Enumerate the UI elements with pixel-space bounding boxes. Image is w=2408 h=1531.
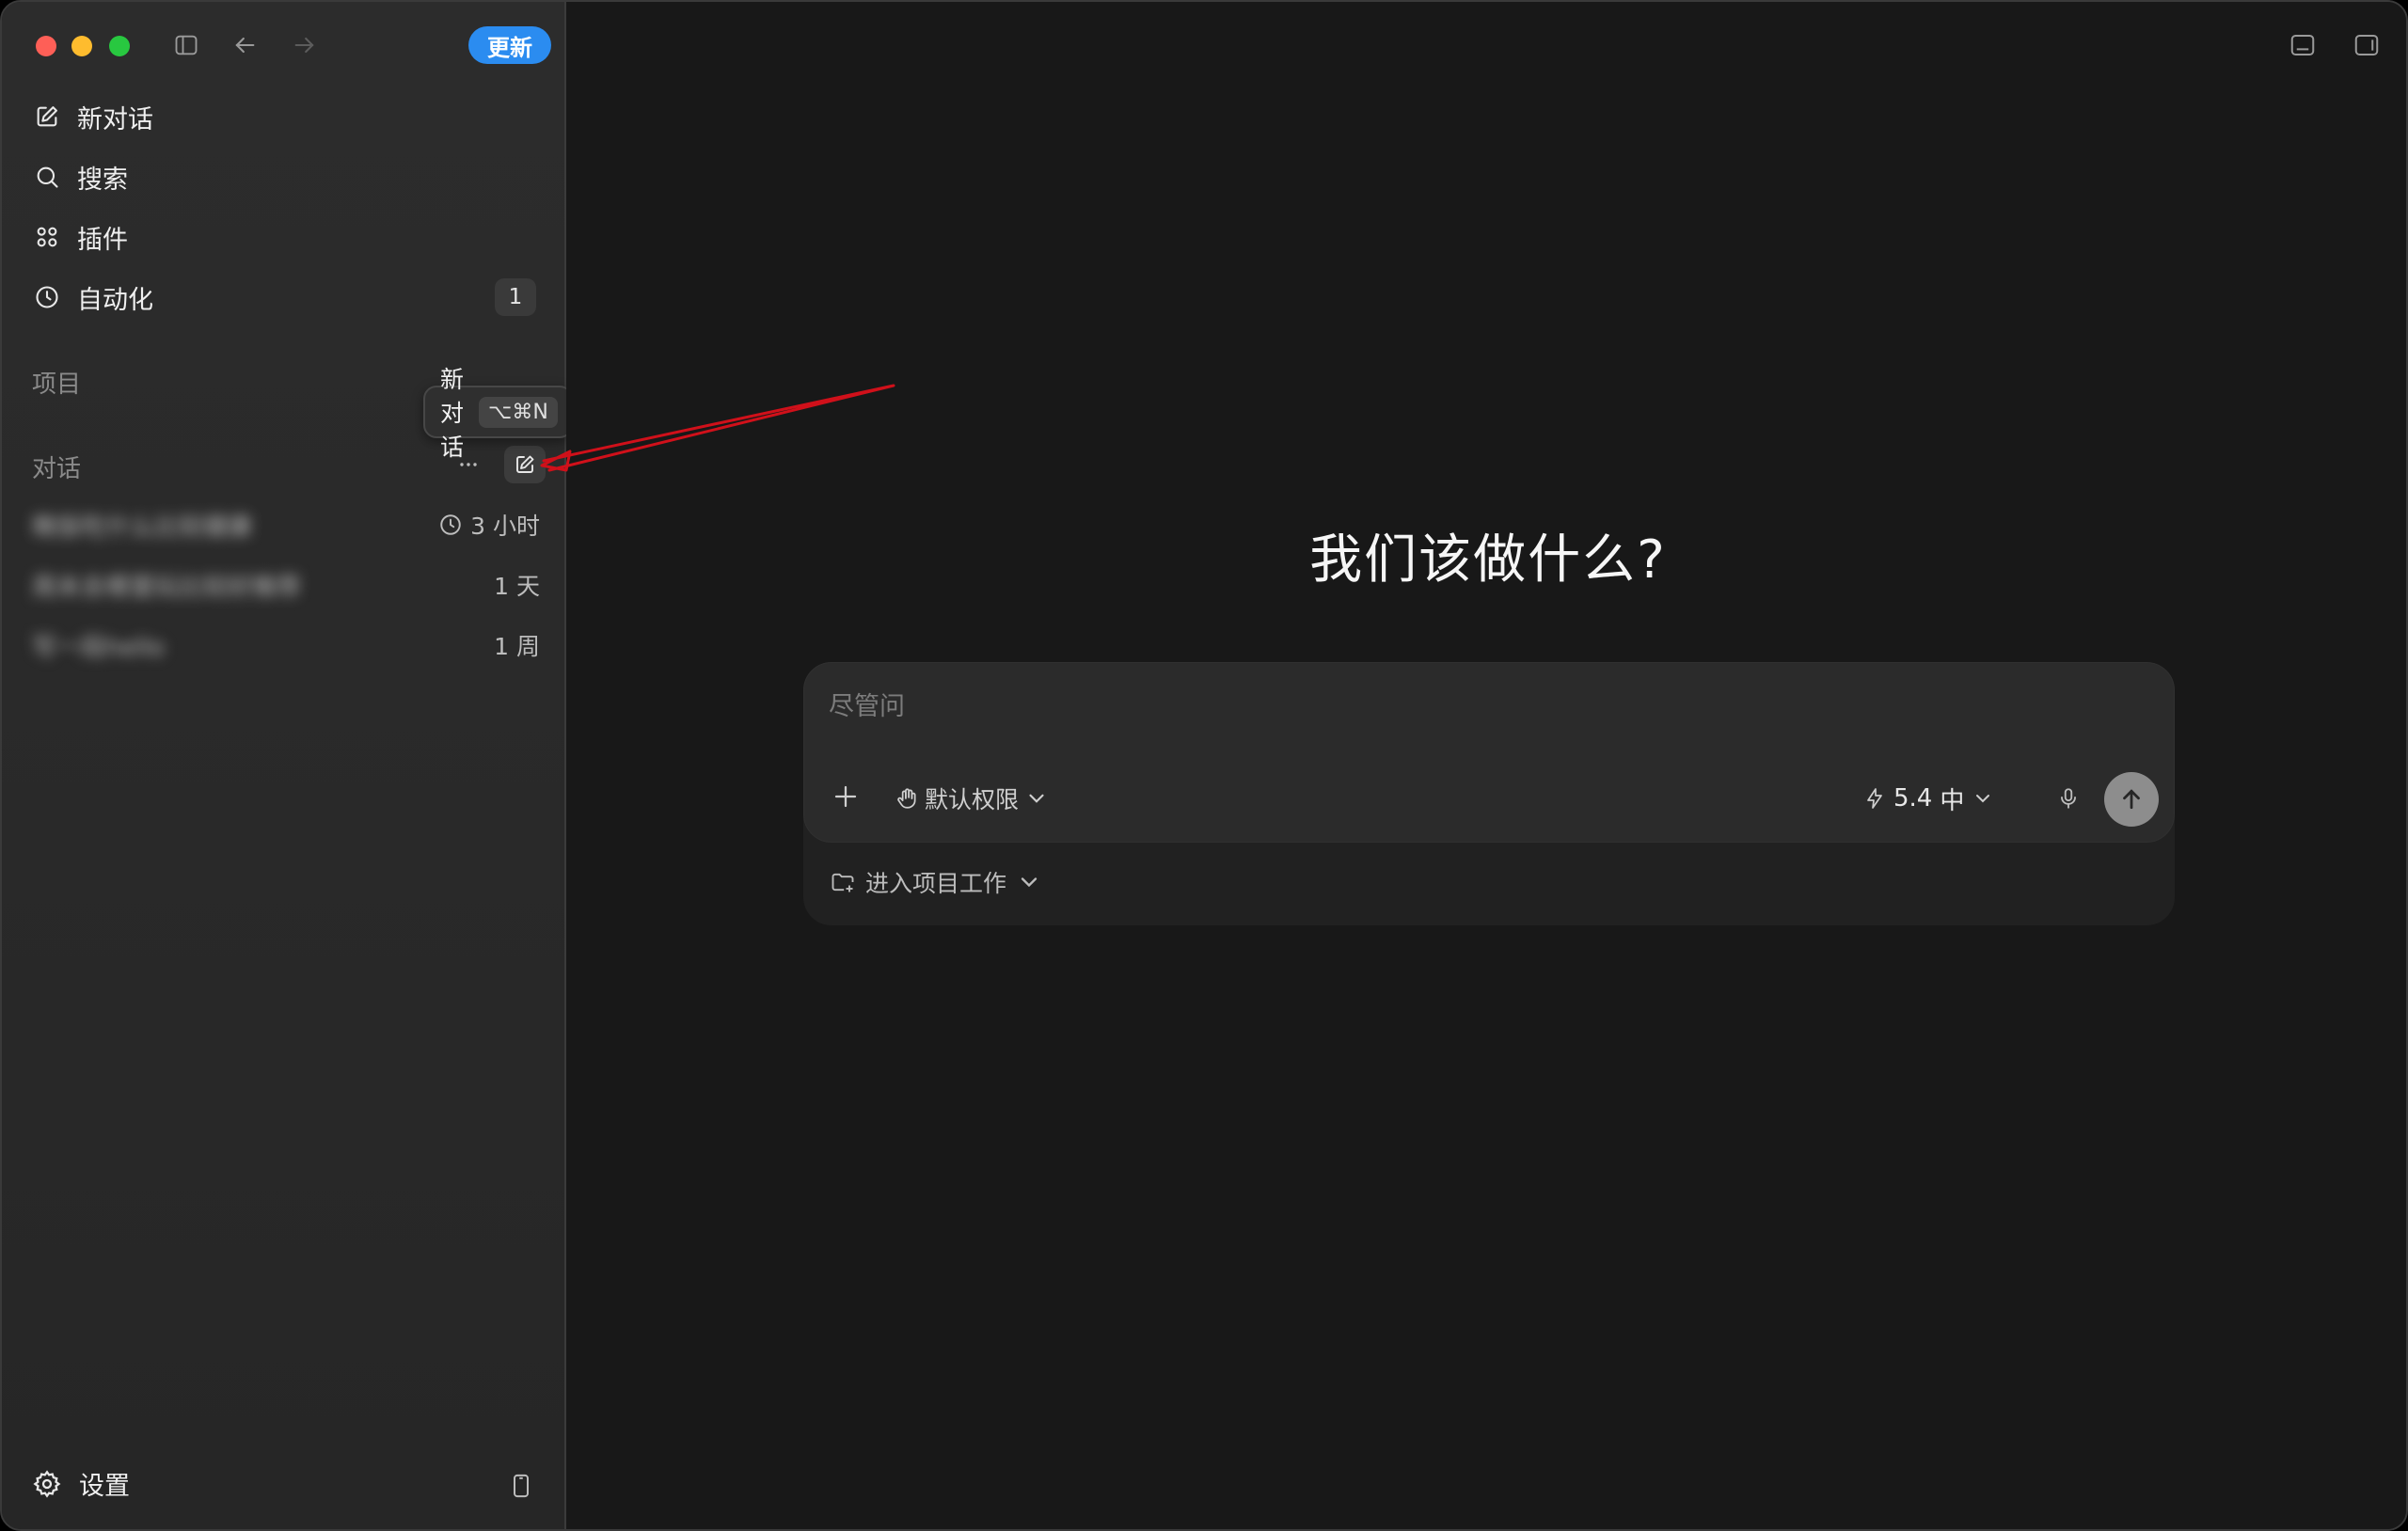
gear-icon [33, 1469, 61, 1498]
right-panel-toggle-icon[interactable] [2348, 26, 2385, 64]
conversation-item[interactable]: 写一段hello 1 周 [32, 624, 540, 666]
project-work-label: 进入项目工作 [865, 870, 1007, 897]
send-button[interactable] [2104, 772, 2159, 827]
edit-icon [516, 455, 534, 473]
settings-label: 设置 [79, 1472, 130, 1501]
sidebar-item-label: 自动化 [77, 285, 153, 315]
conversation-title: 晚饭吃什么比较健康 [32, 513, 253, 542]
page-title: 我们该做什么? [1309, 529, 1667, 591]
sidebar-item-automation[interactable]: 自动化 1 [28, 273, 536, 322]
folder-plus-icon [832, 873, 854, 892]
model-effort: 中 [1940, 786, 1965, 815]
close-window-button[interactable] [36, 36, 56, 56]
new-conversation-button[interactable] [504, 446, 546, 483]
conversation-time: 3 小时 [438, 508, 540, 542]
sidebar: 更新 新对话 搜索 插件 自动化 1 项目 对话 新对话 ⌥⌘N 晚饭吃什么比较… [2, 2, 573, 1529]
new-conversation-tooltip: 新对话 ⌥⌘N [423, 366, 573, 461]
projects-section-title: 项目 [32, 371, 82, 399]
sidebar-item-plugins[interactable]: 插件 [28, 213, 536, 261]
conversation-title: 周末去哪里玩比较好推荐 [32, 573, 302, 602]
sidebar-item-label: 新对话 [77, 104, 153, 134]
tooltip-shortcut: ⌥⌘N [479, 396, 558, 428]
model-version: 5.4 [1893, 784, 1933, 813]
zoom-window-button[interactable] [109, 36, 130, 56]
conversation-title: 写一段hello [32, 633, 165, 662]
project-work-dropdown[interactable]: 进入项目工作 [830, 865, 1042, 899]
tooltip-label: 新对话 [440, 366, 465, 461]
automation-count-badge: 1 [495, 278, 536, 316]
conversation-time: 1 天 [494, 573, 540, 600]
conversation-item[interactable]: 晚饭吃什么比较健康 3 小时 [32, 504, 540, 545]
chevron-down-icon [1976, 795, 1990, 803]
settings-button[interactable]: 设置 [32, 1465, 130, 1502]
main-panel: 我们该做什么? 尽管问 默认权限 5.4 中 进入项目工作 [566, 2, 2406, 1529]
composer-placeholder: 尽管问 [829, 692, 905, 721]
clock-icon [28, 278, 66, 316]
grid-icon [28, 218, 66, 256]
sidebar-item-new-chat[interactable]: 新对话 [28, 92, 536, 141]
back-arrow-icon[interactable] [228, 28, 261, 62]
conversations-section-title: 对话 [32, 455, 82, 483]
sidebar-item-label: 搜索 [77, 165, 128, 195]
chevron-down-icon [1021, 877, 1038, 888]
sidebar-item-label: 插件 [77, 225, 128, 255]
clock-icon [440, 514, 461, 535]
sidebar-toggle-icon[interactable] [169, 28, 203, 62]
update-button[interactable]: 更新 [468, 26, 551, 64]
conversation-time: 1 周 [494, 633, 540, 660]
composer-input[interactable]: 尽管问 默认权限 5.4 中 [803, 662, 2175, 843]
add-attachment-icon[interactable] [827, 778, 864, 815]
model-selector[interactable]: 5.4 中 [1863, 780, 1994, 817]
permission-label: 默认权限 [925, 786, 1020, 813]
bottom-panel-toggle-icon[interactable] [2284, 26, 2321, 64]
permission-dropdown[interactable]: 默认权限 [895, 780, 1049, 817]
chevron-down-icon [1029, 794, 1044, 803]
edit-icon [28, 98, 66, 135]
minimize-window-button[interactable] [71, 36, 92, 56]
conversation-item[interactable]: 周末去哪里玩比较好推荐 1 天 [32, 564, 540, 606]
phone-icon[interactable] [506, 1469, 536, 1503]
arrow-up-icon [2123, 789, 2140, 810]
forward-arrow-icon[interactable] [288, 28, 322, 62]
sidebar-item-search[interactable]: 搜索 [28, 152, 536, 201]
search-icon [28, 158, 66, 196]
app-window: 更新 新对话 搜索 插件 自动化 1 项目 对话 新对话 ⌥⌘N 晚饭吃什么比较… [0, 0, 2408, 1531]
hand-icon [897, 788, 916, 809]
lightning-icon [1867, 788, 1882, 809]
microphone-icon[interactable] [2050, 780, 2087, 817]
